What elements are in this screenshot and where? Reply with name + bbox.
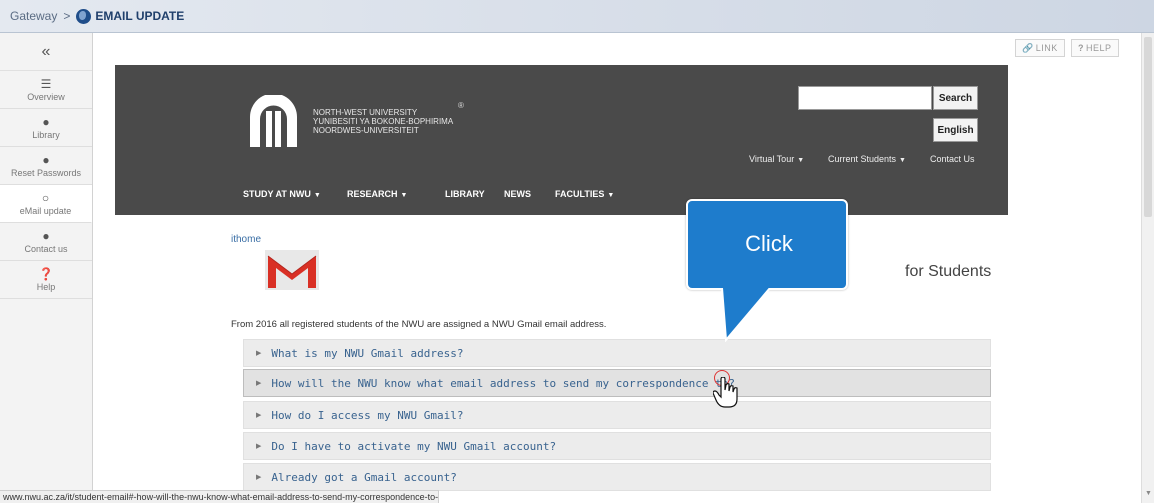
globe-icon: ● bbox=[42, 152, 50, 167]
callout-pointer bbox=[721, 288, 771, 342]
sidebar-item-overview[interactable]: ☰ Overview bbox=[0, 71, 92, 109]
caret-down-icon: ▼ bbox=[797, 157, 805, 164]
ithome-link[interactable]: ithome bbox=[231, 234, 261, 245]
current-students-link[interactable]: Current Students ▼ bbox=[828, 154, 906, 164]
sidebar-item-help[interactable]: ❓ Help bbox=[0, 261, 92, 299]
status-url: www.nwu.ac.za/it/student-email#-how-will… bbox=[0, 490, 440, 503]
gmail-icon bbox=[265, 250, 319, 290]
help-icon: ❓ bbox=[38, 266, 54, 281]
sidebar-item-label: Contact us bbox=[24, 243, 68, 254]
site-header: NORTH-WEST UNIVERSITY YUNIBESITI YA BOKO… bbox=[115, 65, 1008, 215]
registered-mark: ® bbox=[458, 101, 464, 110]
for-students-heading: for Students bbox=[905, 263, 992, 280]
contact-us-link[interactable]: Contact Us bbox=[930, 154, 975, 164]
intro-text: From 2016 all registered students of the… bbox=[231, 319, 607, 330]
nwu-logo[interactable] bbox=[246, 93, 301, 147]
caret-right-icon: ▶ bbox=[256, 380, 262, 387]
sidebar-item-label: Library bbox=[32, 129, 60, 140]
faq-item[interactable]: ▶ How will the NWU know what email addre… bbox=[243, 369, 991, 397]
breadcrumb-root[interactable]: Gateway bbox=[10, 9, 57, 23]
sidebar-item-contact-us[interactable]: ● Contact us bbox=[0, 223, 92, 261]
caret-right-icon: ▶ bbox=[256, 350, 262, 357]
scrollbar-thumb[interactable] bbox=[1144, 37, 1152, 217]
callout-label: Click bbox=[745, 231, 793, 256]
nav-library[interactable]: LIBRARY bbox=[445, 189, 485, 199]
nav-faculties[interactable]: FACULTIES ▼ bbox=[555, 189, 614, 199]
caret-down-icon: ▼ bbox=[313, 192, 321, 199]
sidebar-item-label: Help bbox=[36, 281, 56, 292]
link-icon: 🔗 bbox=[1022, 42, 1034, 53]
question-icon: ? bbox=[1078, 43, 1084, 53]
click-callout: Click bbox=[686, 199, 848, 290]
sidebar-item-email-update[interactable]: ○ eMail update bbox=[0, 185, 92, 223]
caret-down-icon: ▼ bbox=[899, 157, 906, 164]
sidebar-item-reset-passwords[interactable]: ● Reset Passwords bbox=[0, 147, 92, 185]
language-button[interactable]: English bbox=[933, 118, 978, 142]
vertical-scrollbar[interactable]: ▼ bbox=[1141, 33, 1154, 503]
scroll-down-icon[interactable]: ▼ bbox=[1145, 490, 1152, 497]
breadcrumb: Gateway > EMAIL UPDATE bbox=[0, 0, 1154, 33]
globe-icon: ● bbox=[42, 114, 50, 129]
caret-right-icon: ▶ bbox=[256, 412, 262, 419]
globe-icon: ● bbox=[42, 228, 50, 243]
nav-study-at-nwu[interactable]: STUDY AT NWU ▼ bbox=[243, 189, 321, 199]
caret-down-icon: ▼ bbox=[607, 192, 615, 199]
nav-news[interactable]: NEWS bbox=[504, 189, 531, 199]
list-icon: ☰ bbox=[40, 76, 52, 91]
page-title: EMAIL UPDATE bbox=[95, 9, 185, 23]
sidebar: « ☰ Overview ● Library ● Reset Passwords… bbox=[0, 33, 93, 503]
sidebar-item-label: Reset Passwords bbox=[10, 167, 82, 178]
breadcrumb-separator: > bbox=[63, 9, 71, 23]
link-button[interactable]: 🔗 LINK bbox=[1015, 39, 1065, 57]
caret-down-icon: ▼ bbox=[400, 192, 408, 199]
faq-item[interactable]: ▶ Already got a Gmail account? bbox=[243, 463, 991, 491]
nav-research[interactable]: RESEARCH ▼ bbox=[347, 189, 407, 199]
faq-item[interactable]: ▶ Do I have to activate my NWU Gmail acc… bbox=[243, 432, 991, 460]
sidebar-item-label: Overview bbox=[27, 91, 65, 102]
faq-item[interactable]: ▶ How do I access my NWU Gmail? bbox=[243, 401, 991, 429]
hand-cursor-icon bbox=[713, 377, 738, 408]
caret-right-icon: ▶ bbox=[256, 474, 262, 481]
virtual-tour-link[interactable]: Virtual Tour ▼ bbox=[749, 154, 804, 164]
globe-icon bbox=[76, 8, 92, 24]
help-button[interactable]: ? HELP bbox=[1071, 39, 1119, 57]
faq-item[interactable]: ▶ What is my NWU Gmail address? bbox=[243, 339, 991, 367]
sidebar-item-label: eMail update bbox=[19, 205, 72, 216]
university-name: NORTH-WEST UNIVERSITY YUNIBESITI YA BOKO… bbox=[313, 108, 454, 135]
globe-icon: ○ bbox=[41, 190, 50, 205]
search-button[interactable]: Search bbox=[933, 86, 978, 110]
collapse-sidebar-button[interactable]: « bbox=[0, 33, 92, 71]
search-input[interactable] bbox=[798, 86, 932, 110]
sidebar-item-library[interactable]: ● Library bbox=[0, 109, 92, 147]
caret-right-icon: ▶ bbox=[256, 443, 262, 450]
